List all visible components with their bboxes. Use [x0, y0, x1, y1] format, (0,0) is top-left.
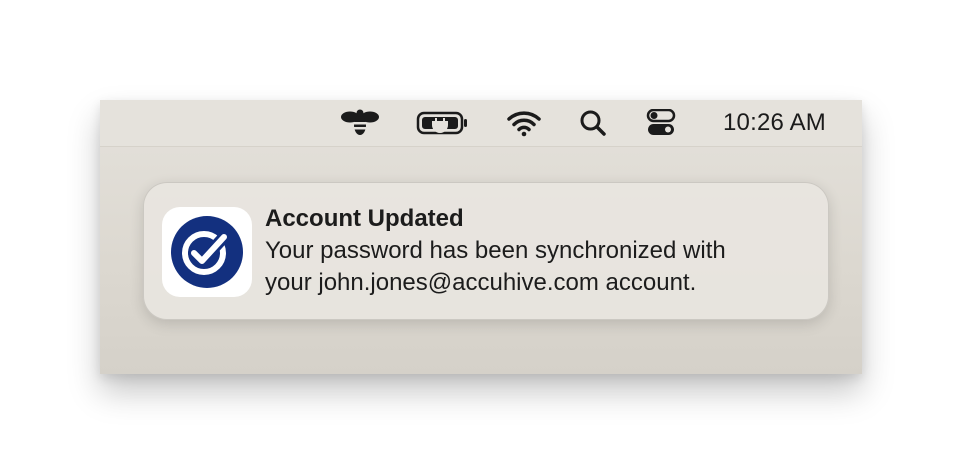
menu-bar: 10:26 AM — [100, 100, 862, 147]
checkmark-circle-icon — [171, 216, 243, 288]
battery-charging-icon[interactable] — [416, 108, 470, 138]
desktop-stage: 10:26 AM Account Updated Your password h… — [0, 0, 962, 474]
menu-bar-clock[interactable]: 10:26 AM — [723, 100, 826, 146]
notification-text: Account Updated Your password has been s… — [265, 203, 815, 299]
notification-title: Account Updated — [265, 205, 464, 232]
bee-icon[interactable] — [338, 108, 382, 138]
screen-area: 10:26 AM Account Updated Your password h… — [100, 100, 862, 374]
wifi-icon[interactable] — [504, 108, 544, 138]
notification-body-line-2: your john.jones@accuhive.com account. — [265, 269, 697, 296]
app-icon — [162, 207, 252, 297]
notification-banner[interactable]: Account Updated Your password has been s… — [143, 182, 829, 320]
control-center-icon[interactable] — [644, 108, 678, 138]
search-icon[interactable] — [578, 108, 608, 138]
notification-body-line-1: Your password has been synchronized with — [265, 237, 726, 264]
